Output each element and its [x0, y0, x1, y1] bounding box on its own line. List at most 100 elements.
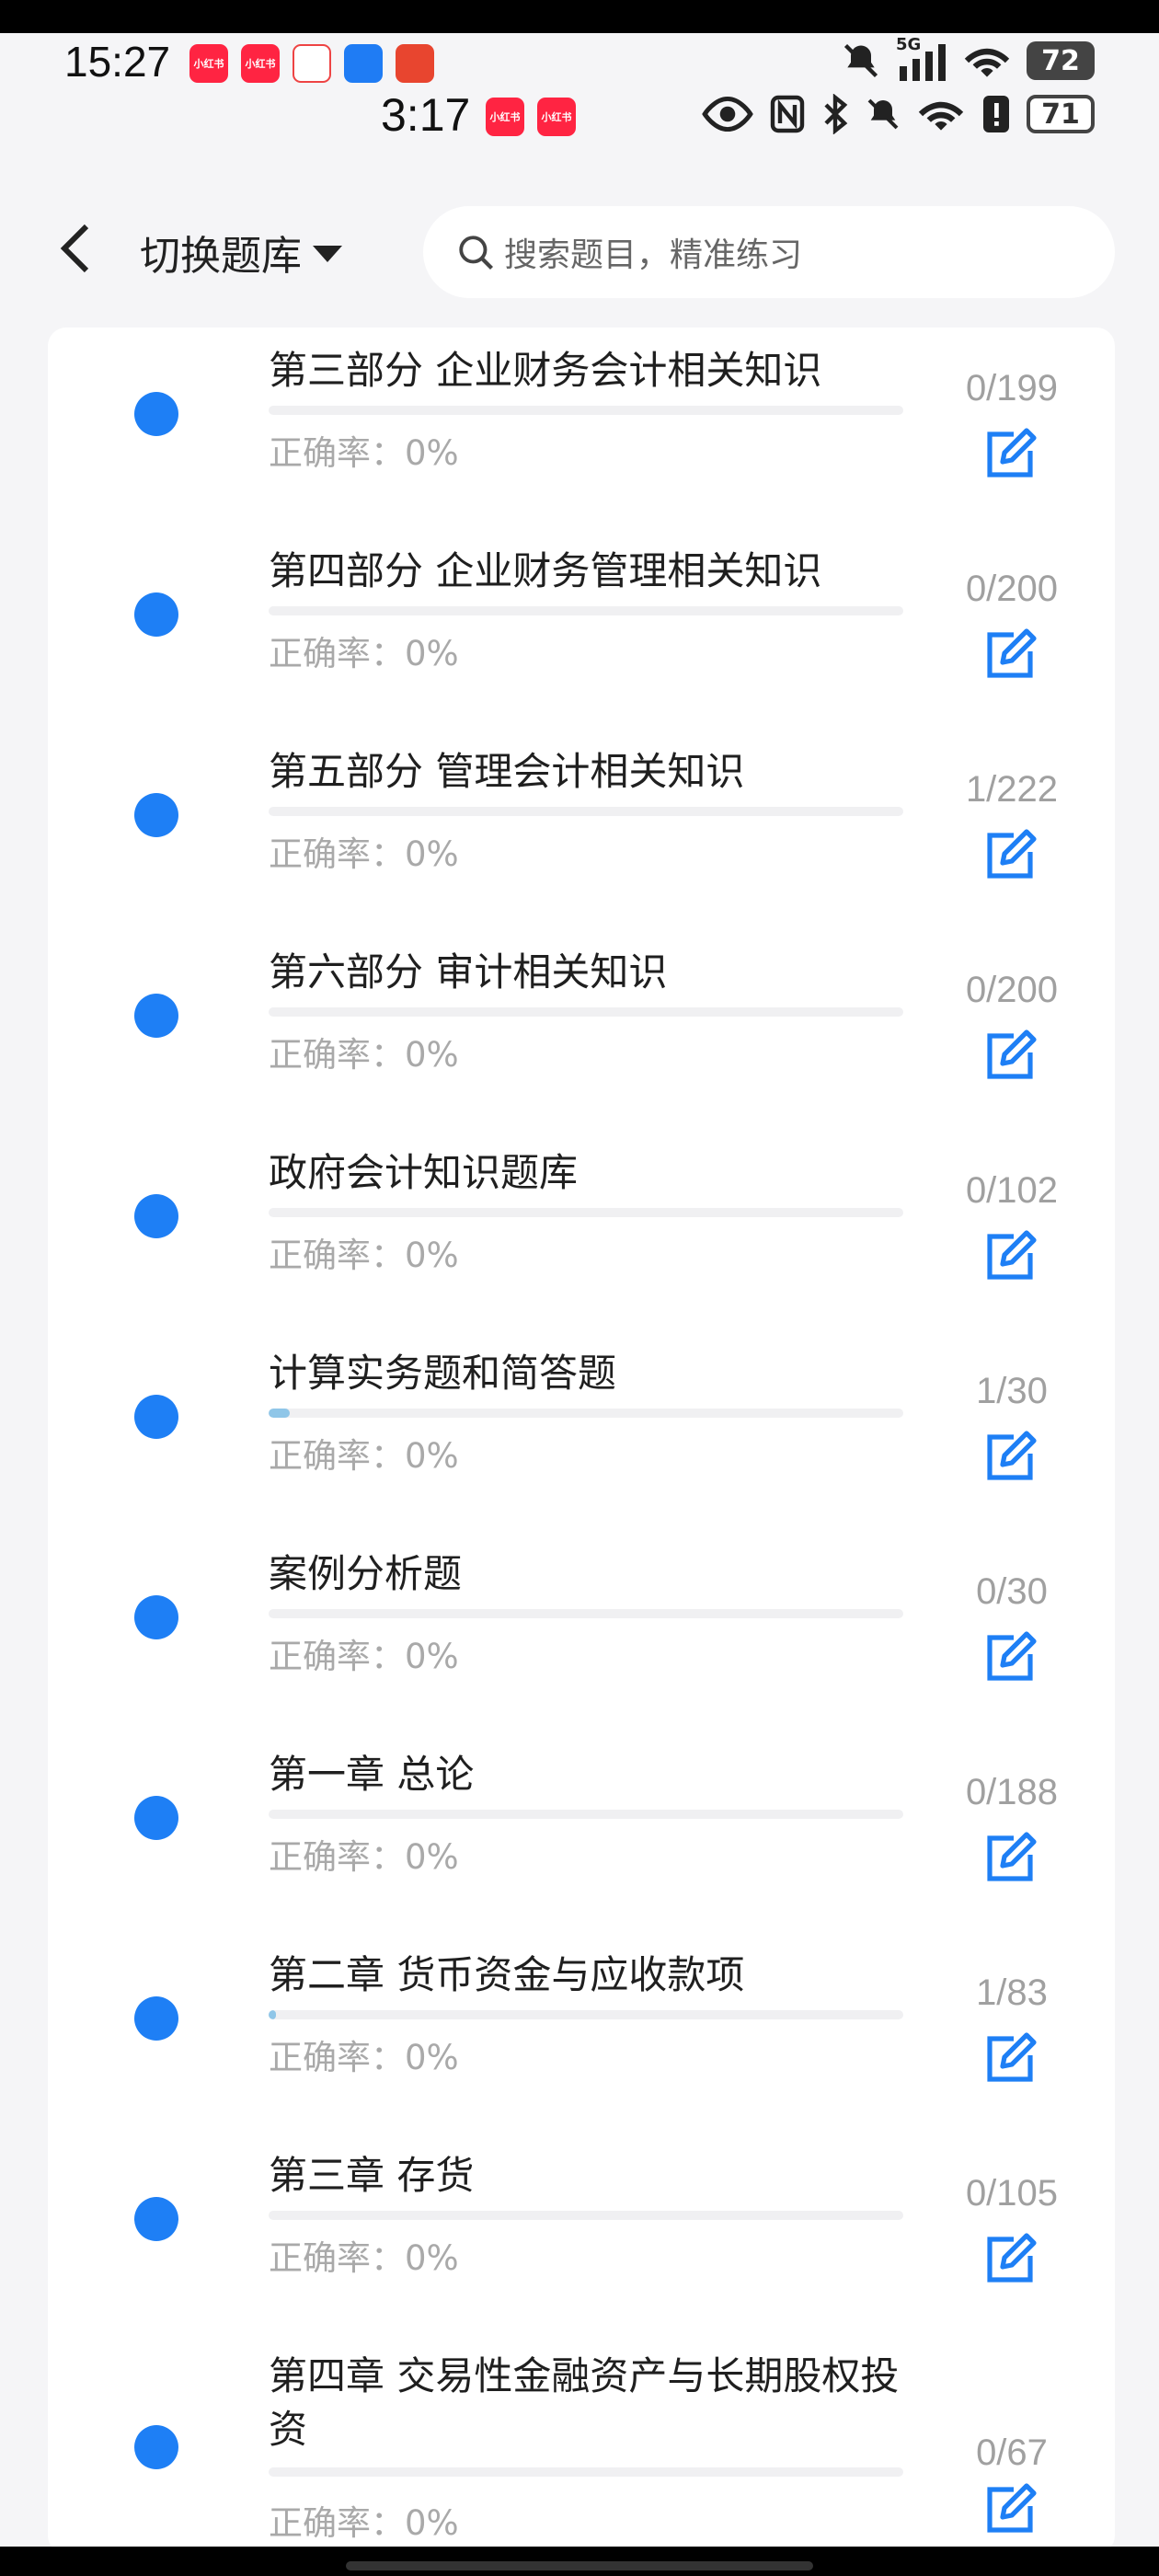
- back-button[interactable]: [48, 221, 103, 276]
- accuracy-text: 正确率：0%: [269, 425, 459, 475]
- progress-bar: [269, 1810, 903, 1819]
- practice-button[interactable]: [981, 626, 1039, 684]
- practice-button[interactable]: [981, 1829, 1039, 1888]
- status-right-icons: 5G 72: [841, 35, 1095, 81]
- accuracy-label: 正确率：: [269, 1436, 405, 1476]
- alert-icon: [983, 96, 1009, 132]
- edit-icon: [987, 1431, 1037, 1480]
- accuracy-label: 正确率：: [269, 834, 405, 874]
- question-count: 1/222: [965, 769, 1059, 810]
- practice-button[interactable]: [981, 1227, 1039, 1286]
- progress-bar: [269, 1208, 903, 1217]
- accuracy-value: 0%: [405, 1236, 459, 1275]
- item-title: 第二章 货币资金与应收款项: [269, 1952, 745, 1997]
- accuracy-label: 正确率：: [269, 1837, 405, 1877]
- switch-title-label: 切换题库: [140, 233, 302, 280]
- accuracy-text: 正确率：0%: [269, 626, 459, 675]
- list-item[interactable]: 第四部分 企业财务管理相关知识 正确率：0% 0/200: [48, 528, 1115, 729]
- item-title: 第六部分 审计相关知识: [269, 949, 668, 995]
- list-item[interactable]: 第三部分 企业财务会计相关知识 正确率：0% 0/199: [48, 328, 1115, 528]
- item-title: 政府会计知识题库: [269, 1150, 579, 1195]
- question-count: 0/199: [965, 368, 1059, 408]
- accuracy-value: 0%: [405, 1035, 459, 1075]
- app-icon: 小红书: [241, 44, 280, 83]
- accuracy-value: 0%: [405, 1436, 459, 1476]
- accuracy-value: 0%: [405, 1637, 459, 1676]
- accuracy-value: 0%: [405, 2238, 459, 2278]
- search-input[interactable]: 搜索题目，精准练习: [423, 206, 1115, 298]
- list-item[interactable]: 案例分析题 正确率：0% 0/30: [48, 1531, 1115, 1731]
- accuracy-text: 正确率：0%: [269, 2230, 459, 2280]
- status-dot: [134, 1796, 178, 1840]
- list-item[interactable]: 第三章 存货 正确率：0% 0/105: [48, 2133, 1115, 2333]
- edit-icon: [987, 1029, 1037, 1079]
- accuracy-value: 0%: [405, 433, 459, 473]
- app-icon: [344, 44, 383, 83]
- accuracy-label: 正确率：: [269, 2503, 405, 2543]
- nfc-icon: [770, 95, 805, 133]
- app-icon: [396, 44, 434, 83]
- navigation-bar: 切换题库 搜索题目，精准练习: [0, 193, 1159, 313]
- list-item[interactable]: 政府会计知识题库 正确率：0% 0/102: [48, 1130, 1115, 1330]
- item-title: 第三章 存货: [269, 2153, 475, 2198]
- progress-fill: [269, 1409, 290, 1418]
- status-dot: [134, 1194, 178, 1238]
- list-item[interactable]: 第五部分 管理会计相关知识 正确率：0% 1/222: [48, 729, 1115, 929]
- practice-button[interactable]: [981, 1027, 1039, 1086]
- accuracy-label: 正确率：: [269, 1637, 405, 1676]
- practice-button[interactable]: [981, 425, 1039, 484]
- accuracy-value: 0%: [405, 2038, 459, 2077]
- search-icon: [459, 236, 493, 270]
- accuracy-text: 正确率：0%: [269, 1027, 459, 1076]
- battery-indicator-secondary: 71: [1027, 95, 1095, 133]
- battery-indicator: 72: [1027, 41, 1095, 80]
- edit-icon: [987, 829, 1037, 879]
- practice-button[interactable]: [981, 826, 1039, 885]
- list-item[interactable]: 第六部分 审计相关知识 正确率：0% 0/200: [48, 929, 1115, 1130]
- accuracy-value: 0%: [405, 834, 459, 874]
- progress-bar: [269, 2010, 903, 2019]
- accuracy-text: 正确率：0%: [269, 1227, 459, 1277]
- status-dot: [134, 2197, 178, 2241]
- status-right-icons-secondary: 71: [701, 94, 1095, 134]
- status-time-secondary: 3:17: [381, 89, 471, 141]
- switch-question-bank-dropdown[interactable]: 切换题库: [140, 223, 342, 282]
- accuracy-text: 正确率：0%: [269, 2495, 459, 2545]
- list-item[interactable]: 第一章 总论 正确率：0% 0/188: [48, 1731, 1115, 1932]
- accuracy-value: 0%: [405, 634, 459, 673]
- item-title: 计算实务题和简答题: [269, 1351, 617, 1396]
- practice-button[interactable]: [981, 1428, 1039, 1487]
- question-count: 0/188: [965, 1772, 1059, 1812]
- question-count: 0/200: [965, 970, 1059, 1010]
- accuracy-text: 正确率：0%: [269, 1628, 459, 1678]
- list-item[interactable]: 第二章 货币资金与应收款项 正确率：0% 1/83: [48, 1932, 1115, 2133]
- list-item[interactable]: 计算实务题和简答题 正确率：0% 1/30: [48, 1330, 1115, 1531]
- accuracy-text: 正确率：0%: [269, 1428, 459, 1478]
- edit-icon: [987, 628, 1037, 678]
- question-count: 1/83: [976, 1972, 1048, 2013]
- home-indicator[interactable]: [346, 2561, 813, 2570]
- practice-button[interactable]: [981, 2480, 1039, 2539]
- status-bar-secondary: 3:17 小红书 小红书 71: [0, 88, 1159, 147]
- accuracy-label: 正确率：: [269, 2238, 405, 2278]
- status-dot: [134, 1595, 178, 1639]
- accuracy-value: 0%: [405, 1837, 459, 1877]
- progress-bar: [269, 2467, 903, 2477]
- progress-bar: [269, 406, 903, 415]
- status-time: 15:27: [64, 38, 171, 86]
- practice-button[interactable]: [981, 2230, 1039, 2289]
- item-title: 第四部分 企业财务管理相关知识: [269, 548, 822, 593]
- question-count: 0/105: [965, 2173, 1059, 2214]
- practice-button[interactable]: [981, 2030, 1039, 2088]
- progress-bar: [269, 1409, 903, 1418]
- progress-bar: [269, 1609, 903, 1618]
- list-item[interactable]: 第四章 交易性金融资产与长期股权投资 正确率：0% 0/67: [48, 2333, 1115, 2543]
- item-title: 第五部分 管理会计相关知识: [269, 749, 745, 794]
- progress-fill: [269, 2010, 277, 2019]
- practice-button[interactable]: [981, 1628, 1039, 1687]
- question-count: 0/200: [965, 569, 1059, 609]
- question-count: 0/102: [965, 1170, 1059, 1211]
- app-icon: 小红书: [537, 98, 576, 136]
- eye-icon: [702, 96, 753, 132]
- mute-bell-icon: [867, 98, 899, 130]
